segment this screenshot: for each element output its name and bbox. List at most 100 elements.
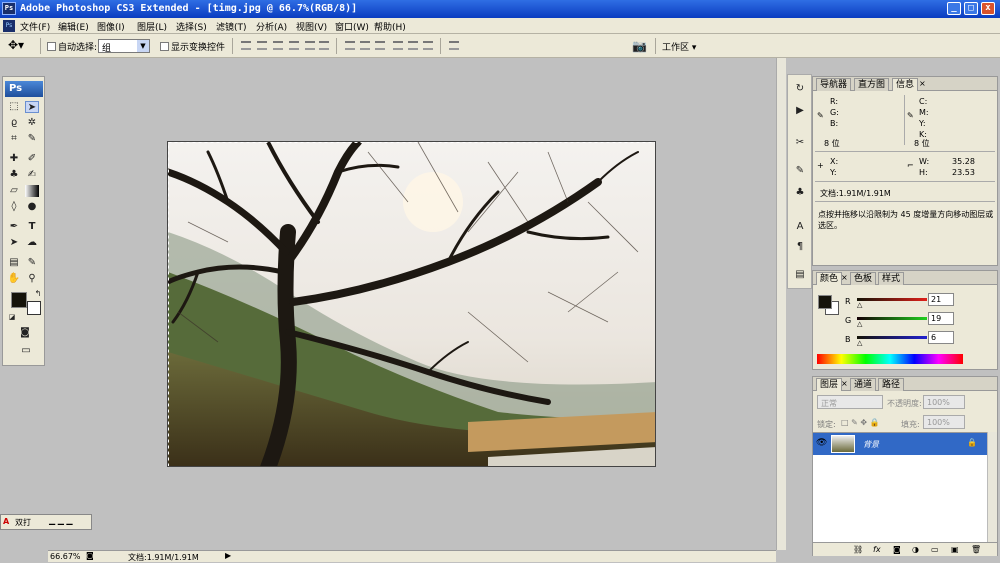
marquee-tool-icon[interactable]: ⬚	[7, 101, 21, 113]
ime-icon[interactable]: A	[3, 517, 9, 526]
zoom-tool-icon[interactable]: ⚲	[25, 273, 39, 285]
menu-select[interactable]: 选择(S)	[176, 20, 207, 33]
menu-edit[interactable]: 编辑(E)	[58, 20, 89, 33]
maximize-button[interactable]: □	[964, 2, 978, 15]
close-button[interactable]: x	[981, 2, 995, 15]
blur-tool-icon[interactable]: ◊	[7, 201, 21, 213]
group-icon[interactable]: ▭	[931, 545, 939, 554]
minimize-button[interactable]: _	[947, 2, 961, 15]
g-value-field[interactable]: 19	[928, 312, 954, 325]
clone-source-icon[interactable]: ♣	[793, 187, 807, 199]
blend-mode-dropdown[interactable]: 正常	[817, 395, 883, 409]
notes-tool-icon[interactable]: ▤	[7, 257, 21, 269]
distribute-bottom-icon[interactable]	[375, 41, 385, 50]
close-tab-icon[interactable]: ×	[919, 79, 926, 88]
move-tool-preset-icon[interactable]: ✥▾	[8, 38, 34, 54]
history-brush-icon[interactable]: ✍	[25, 169, 39, 181]
screen-mode-icon[interactable]: ▭	[17, 345, 35, 357]
zoom-level[interactable]: 66.67%	[50, 552, 81, 561]
default-colors-icon[interactable]: ◪	[5, 311, 19, 323]
layer-name[interactable]: 背景	[863, 439, 879, 450]
close-tab-icon[interactable]: ×	[841, 379, 848, 388]
tab-histogram[interactable]: 直方图	[854, 78, 890, 91]
align-hcenter-icon[interactable]	[305, 41, 315, 50]
distribute-left-icon[interactable]	[393, 41, 403, 50]
move-tool-icon[interactable]: ➤	[25, 101, 39, 113]
menu-analysis[interactable]: 分析(A)	[256, 20, 287, 33]
menu-filter[interactable]: 滤镜(T)	[216, 20, 247, 33]
distribute-hcenter-icon[interactable]	[408, 41, 418, 50]
fx-icon[interactable]: fx	[873, 545, 881, 554]
align-right-icon[interactable]	[319, 41, 329, 50]
tab-layers[interactable]: 图层	[816, 378, 843, 391]
workspace-button[interactable]: 工作区 ▾	[662, 40, 696, 53]
brushes-icon[interactable]: ✎	[793, 165, 807, 177]
g-slider[interactable]	[857, 317, 927, 320]
distribute-vcenter-icon[interactable]	[360, 41, 370, 50]
magic-wand-icon[interactable]: ✲	[25, 117, 39, 129]
eraser-tool-icon[interactable]: ▱	[7, 185, 21, 197]
close-tab-icon[interactable]: ×	[841, 273, 848, 282]
character-icon[interactable]: A	[793, 221, 807, 233]
hand-tool-icon[interactable]: ✋	[7, 273, 21, 285]
layer-comps-icon[interactable]: ▤	[793, 269, 807, 281]
auto-align-icon[interactable]	[449, 41, 459, 50]
swap-colors-icon[interactable]: ↰	[31, 288, 45, 300]
b-slider[interactable]	[857, 336, 927, 339]
link-icon[interactable]: ⛓	[853, 545, 863, 554]
slider-handle-icon[interactable]: △	[857, 320, 862, 328]
crop-tool-icon[interactable]: ⌗	[7, 133, 21, 145]
gradient-tool-icon[interactable]	[25, 185, 39, 197]
layer-row[interactable]: 👁 背景 🔒	[813, 433, 987, 455]
menu-file[interactable]: 文件(F)	[20, 20, 50, 33]
align-left-icon[interactable]	[289, 41, 299, 50]
r-slider[interactable]	[857, 298, 927, 301]
layers-scrollbar[interactable]	[987, 432, 997, 542]
pen-tool-icon[interactable]: ✒	[7, 221, 21, 233]
tab-swatches[interactable]: 色板	[850, 272, 877, 285]
path-selection-icon[interactable]: ➤	[7, 237, 21, 249]
opacity-field[interactable]: 100%	[923, 395, 965, 409]
menu-window[interactable]: 窗口(W)	[335, 20, 369, 33]
adjustment-icon[interactable]: ◑	[912, 545, 919, 554]
show-transform-checkbox[interactable]	[160, 42, 169, 51]
actions-icon[interactable]: ▶	[793, 105, 807, 117]
clone-stamp-icon[interactable]: ♣	[7, 169, 21, 181]
lock-icons[interactable]: □ ✎ ✥ 🔒	[841, 418, 880, 427]
r-value-field[interactable]: 21	[928, 293, 954, 306]
ime-buttons[interactable]: ▁ ▁ ▁	[49, 516, 73, 525]
align-bottom-icon[interactable]	[273, 41, 283, 50]
status-menu-arrow-icon[interactable]: ▶	[225, 551, 231, 560]
trash-icon[interactable]: 🗑	[971, 545, 981, 554]
tab-styles[interactable]: 样式	[878, 272, 905, 285]
slider-handle-icon[interactable]: △	[857, 301, 862, 309]
paragraph-icon[interactable]: ¶	[793, 241, 807, 253]
shape-tool-icon[interactable]: ☁	[25, 237, 39, 249]
ime-label[interactable]: 双打	[15, 517, 31, 528]
fill-field[interactable]: 100%	[923, 415, 965, 429]
eye-icon[interactable]: 👁	[816, 438, 827, 448]
healing-brush-icon[interactable]: ✚	[7, 153, 21, 165]
menu-image[interactable]: 图像(I)	[97, 20, 125, 33]
lasso-tool-icon[interactable]: ϱ	[7, 117, 21, 129]
vertical-scrollbar[interactable]	[776, 58, 786, 550]
mask-icon[interactable]: ◙	[893, 545, 901, 554]
foreground-color-swatch[interactable]	[11, 292, 27, 308]
eyedropper-icon[interactable]: ✎	[25, 133, 39, 145]
auto-select-checkbox[interactable]	[47, 42, 56, 51]
tab-info[interactable]: 信息	[892, 78, 919, 91]
background-color-swatch[interactable]	[27, 301, 41, 315]
tab-paths[interactable]: 路径	[878, 378, 905, 391]
dodge-tool-icon[interactable]: ●	[25, 201, 39, 213]
new-layer-icon[interactable]: ▣	[951, 545, 959, 554]
history-icon[interactable]: ↻	[793, 83, 807, 95]
type-tool-icon[interactable]: T	[25, 221, 39, 233]
eyedropper-icon[interactable]: ✎	[25, 257, 39, 269]
color-spectrum-ramp[interactable]	[817, 354, 963, 364]
bridge-icon[interactable]: 📷	[632, 39, 650, 53]
align-vcenter-icon[interactable]	[257, 41, 267, 50]
slider-handle-icon[interactable]: △	[857, 339, 862, 347]
auto-select-dropdown[interactable]: 组 ▼	[98, 39, 150, 54]
tab-navigator[interactable]: 导航器	[816, 78, 852, 91]
menu-layer[interactable]: 图层(L)	[137, 20, 167, 33]
